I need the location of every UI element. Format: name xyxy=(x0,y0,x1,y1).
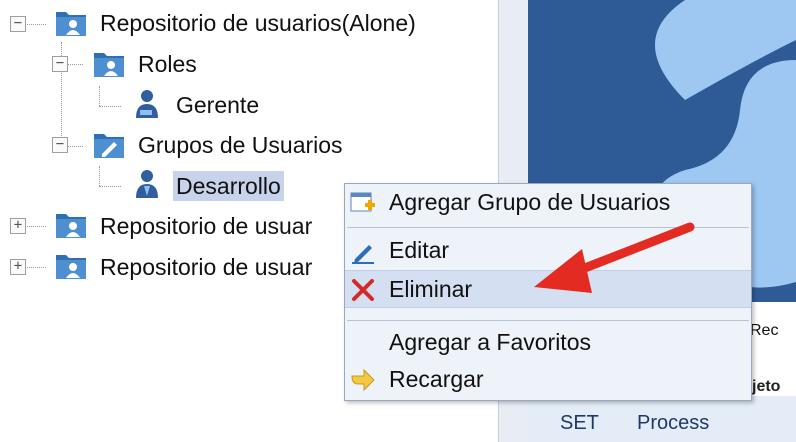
refresh-arrow-icon xyxy=(351,368,375,392)
menu-item-label: Recargar xyxy=(389,366,484,392)
tree-connector xyxy=(99,166,100,186)
collapse-toggle[interactable]: − xyxy=(10,16,26,32)
menu-item-recargar[interactable]: Recargar xyxy=(345,361,751,399)
tree-node-label: Repositorio de usuarios(Alone) xyxy=(100,10,416,36)
tree-node-label-selected: Desarrollo xyxy=(173,171,284,201)
pencil-icon xyxy=(352,245,374,264)
content-heading: Rec xyxy=(750,322,779,339)
user-group-icon xyxy=(136,170,158,198)
tree-connector xyxy=(24,24,46,25)
tab-set[interactable]: SET xyxy=(560,412,599,435)
repository-folder-icon xyxy=(56,12,86,36)
user-role-icon xyxy=(136,90,158,118)
tree-connector xyxy=(24,226,46,227)
expand-toggle[interactable]: + xyxy=(10,259,26,275)
repository-folder-icon xyxy=(56,214,86,238)
tree-node-label: Grupos de Usuarios xyxy=(138,132,343,158)
menu-item-label: Eliminar xyxy=(389,276,473,302)
expand-toggle[interactable]: + xyxy=(10,218,26,234)
tree-connector xyxy=(99,186,121,187)
delete-x-icon xyxy=(352,279,374,301)
tab-process[interactable]: Process xyxy=(637,412,709,435)
menu-item-label: Agregar a Favoritos xyxy=(389,329,591,355)
tree-node-label: Repositorio de usuar xyxy=(100,254,313,280)
tree-node-label: Gerente xyxy=(176,92,260,118)
menu-separator xyxy=(347,320,749,321)
tree-connector xyxy=(99,106,121,107)
menu-item-label: Agregar Grupo de Usuarios xyxy=(389,189,671,215)
repository-folder-icon xyxy=(56,255,86,279)
tree-connector xyxy=(99,86,100,106)
menu-item-agregar-favoritos[interactable]: Agregar a Favoritos xyxy=(345,324,751,362)
annotation-arrow xyxy=(534,222,695,293)
add-group-icon xyxy=(350,192,375,212)
collapse-toggle[interactable]: − xyxy=(52,56,68,72)
roles-folder-icon xyxy=(94,53,124,77)
content-subheading: jeto xyxy=(752,378,781,395)
tree-node-label: Roles xyxy=(138,51,197,77)
menu-item-label: Editar xyxy=(389,237,450,263)
tree-connector xyxy=(24,267,46,268)
collapse-toggle[interactable]: − xyxy=(52,137,68,153)
groups-folder-icon xyxy=(94,134,124,158)
tree-node-label: Repositorio de usuar xyxy=(100,213,313,239)
